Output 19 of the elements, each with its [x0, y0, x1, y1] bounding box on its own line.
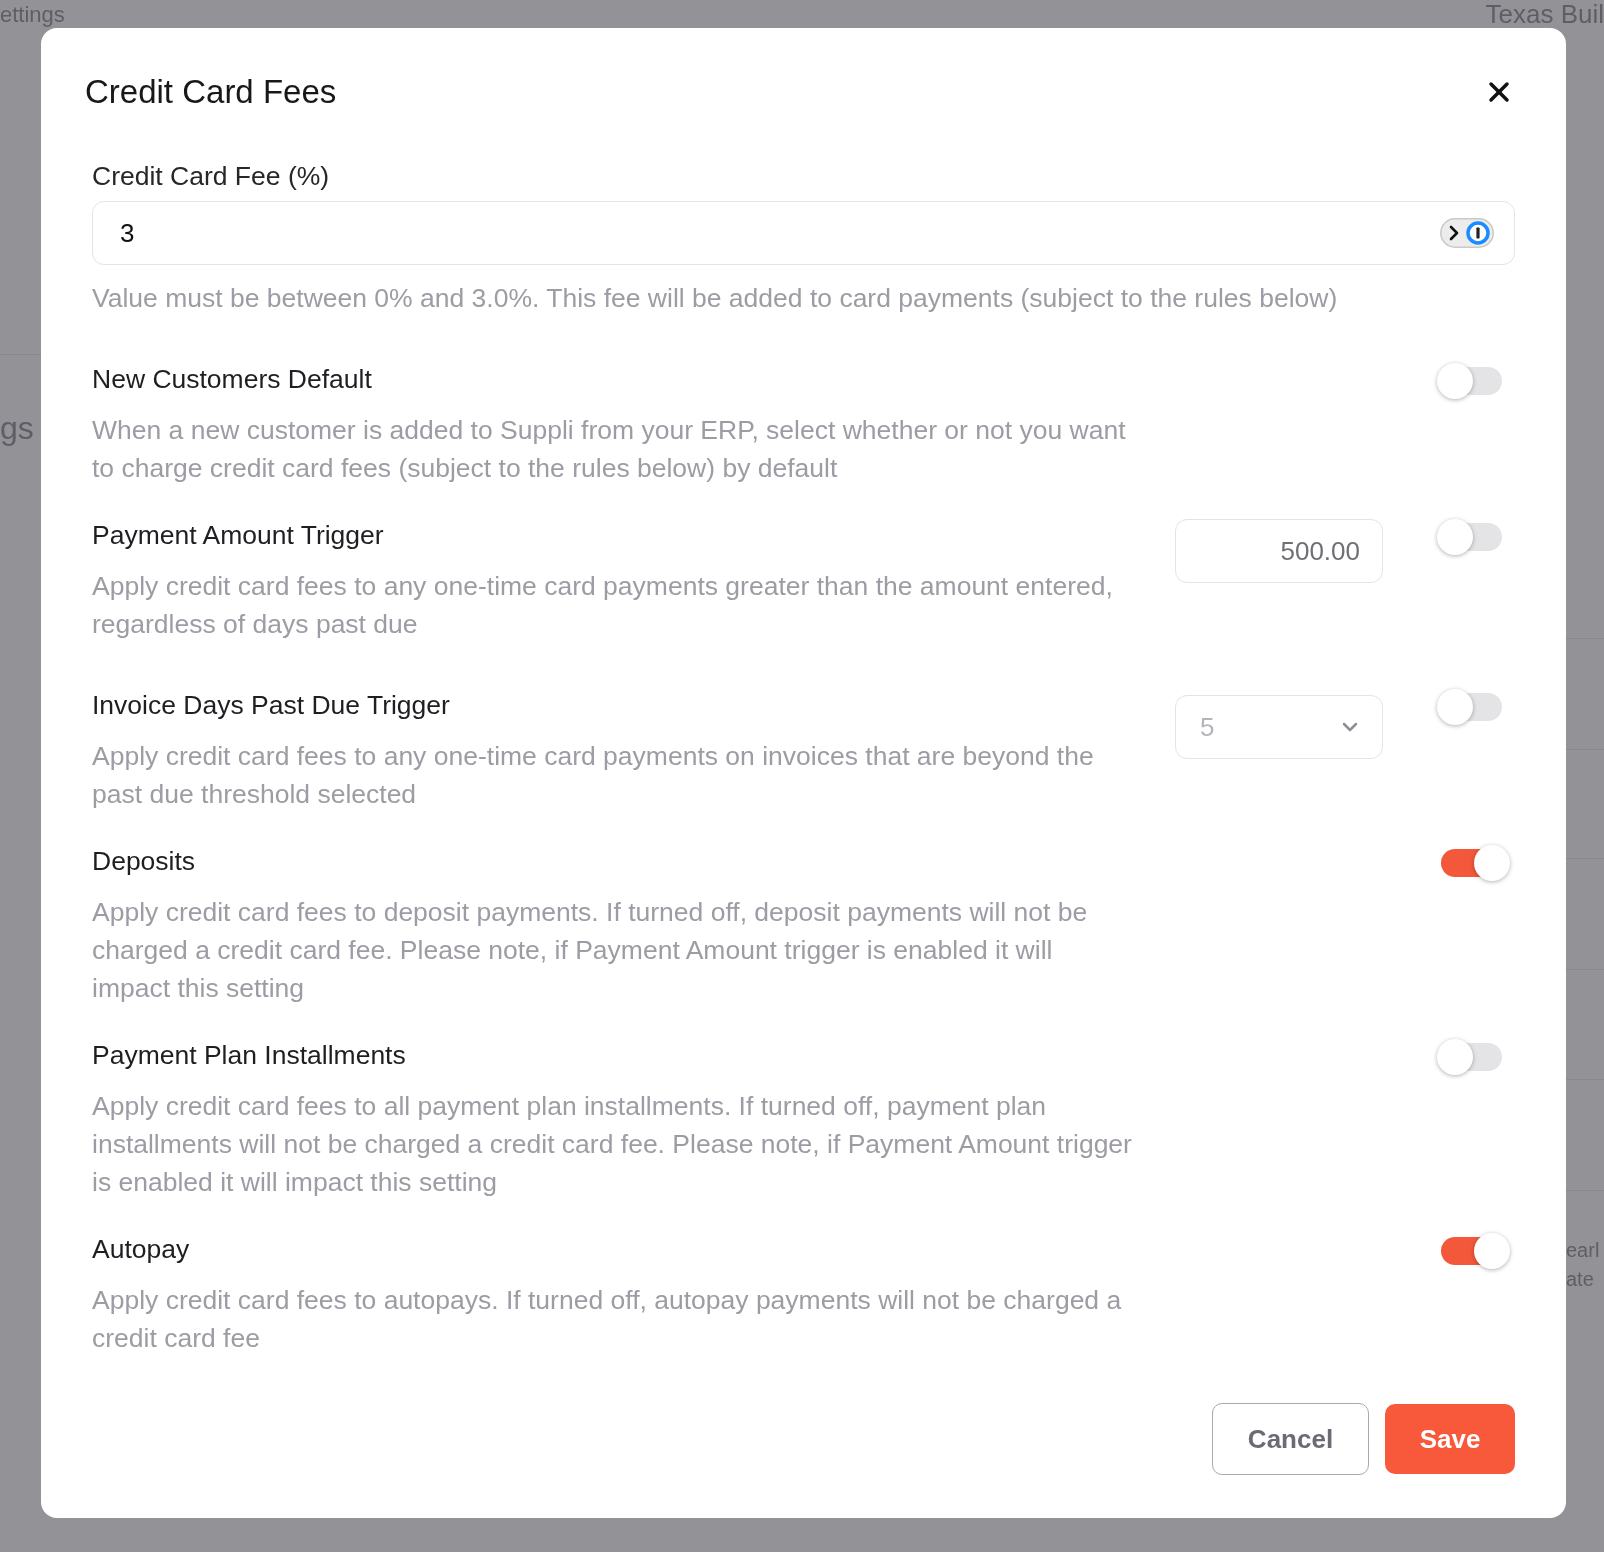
setting-title: Deposits	[92, 845, 197, 877]
setting-title: New Customers Default	[92, 363, 373, 395]
save-button[interactable]: Save	[1385, 1404, 1515, 1474]
setting-description: Apply credit card fees to any one-time card payments on invoices that are beyond the past due threshold selected	[92, 740, 1095, 811]
setting-description: Apply credit card fees to any one-time card payments greater than the amount entered, regardless of days past due	[92, 570, 1114, 641]
setting-description: When a new customer is added to Suppli from your ERP, select whether or not you want to charge credit card fees (subject to the rules below) by default	[92, 414, 1127, 485]
field-label: Credit Card Fee (%)	[92, 160, 331, 192]
setting-title: Payment Plan Installments	[92, 1039, 407, 1071]
setting-description: Apply credit card fees to deposit payments. If turned off, deposit payments will not be charged a credit card fee. Please note, if Payment Amount trigger is enabled it will impact this setting	[92, 896, 1089, 1005]
setting-description: Apply credit card fees to all payment plan installments. If turned off, payment plan installments will not be charged a credit card fee. Please note, if Payment Amount trigger is enabled it will impact this setting	[92, 1090, 1132, 1199]
fee-input-field[interactable]: 3	[92, 201, 1515, 265]
amount-field[interactable]: 500.00	[1175, 519, 1383, 583]
dialog-title: Credit Card Fees	[85, 72, 337, 112]
help-text: Value must be between 0% and 3.0%. This fee will be added to card payments (subject to the rules below)	[92, 282, 1339, 314]
setting-title: Payment Amount Trigger	[92, 519, 385, 551]
cancel-button[interactable]: Cancel	[1212, 1403, 1369, 1475]
setting-title: Invoice Days Past Due Trigger	[92, 689, 451, 721]
setting-description: Apply credit card fees to autopays. If turned off, autopay payments will not be charged a credit card fee	[92, 1284, 1123, 1355]
setting-title: Autopay	[92, 1233, 191, 1265]
